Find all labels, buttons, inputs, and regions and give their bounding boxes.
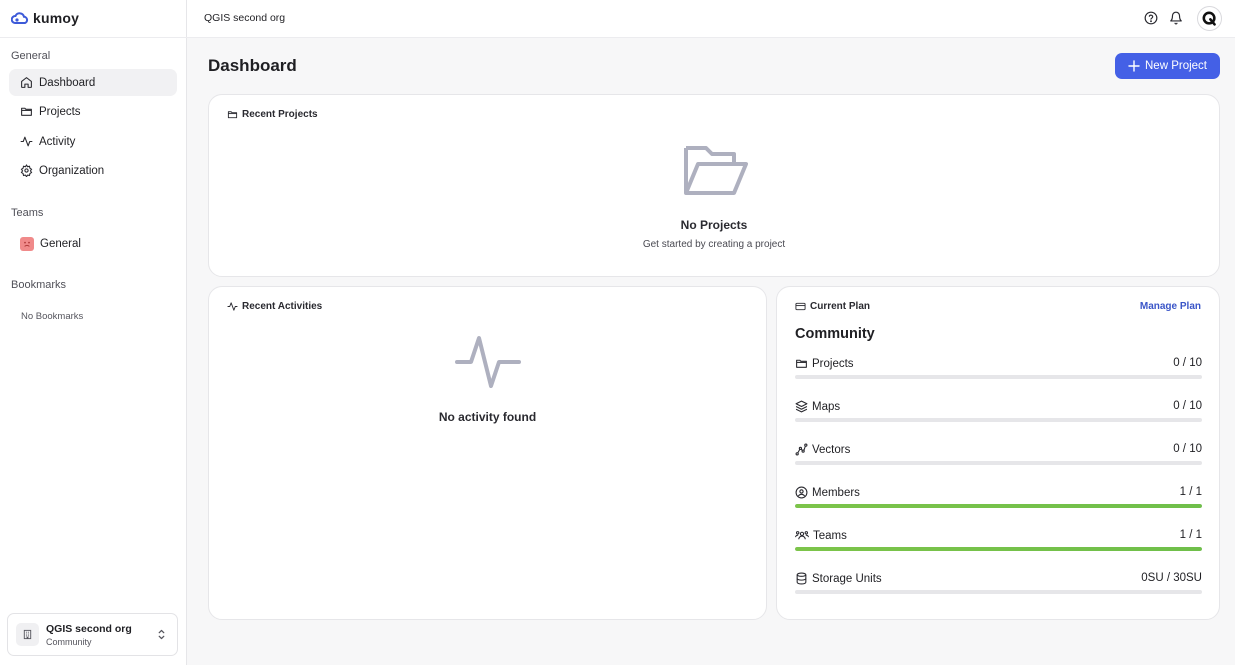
home-icon — [20, 76, 33, 89]
activity-icon — [227, 301, 238, 312]
card-title: Current Plan — [810, 301, 871, 312]
section-label-general: General — [11, 50, 51, 62]
plan-name: Community — [795, 326, 875, 342]
plus-icon — [1128, 60, 1140, 72]
usage-label: Maps — [812, 400, 841, 413]
usage-value: 0SU / 30SU — [1141, 572, 1202, 584]
usage-value: 1 / 1 — [1179, 486, 1202, 498]
sidebar-item-label: Projects — [39, 105, 81, 118]
usage-value: 0 / 10 — [1173, 400, 1202, 412]
activity-icon — [20, 135, 33, 148]
empty-subtitle: Get started by creating a project — [642, 239, 786, 250]
usage-teams: Teams 1 / 1 — [795, 529, 1202, 551]
database-icon — [795, 572, 808, 585]
sidebar-item-organization[interactable]: Organization — [9, 157, 177, 184]
top-bar: QGIS second org — [187, 0, 1235, 38]
credit-card-icon — [795, 301, 806, 312]
org-plan: Community — [46, 636, 92, 647]
sidebar: kumoy General Dashboard Projects Activit… — [0, 0, 187, 665]
bell-icon[interactable] — [1169, 11, 1183, 25]
sidebar-item-dashboard[interactable]: Dashboard — [9, 69, 177, 96]
gear-icon — [20, 164, 33, 177]
layers-icon — [795, 400, 808, 413]
team-face-icon — [20, 236, 34, 251]
sidebar-item-label: Dashboard — [39, 76, 96, 89]
usage-bar-fill — [795, 547, 1202, 551]
new-project-label: New Project — [1145, 60, 1207, 72]
empty-title: No Projects — [680, 218, 748, 232]
usage-bar — [795, 418, 1202, 422]
empty-activity-icon — [455, 335, 521, 389]
recent-activities-card: Recent Activities No activity found — [208, 286, 767, 620]
recent-projects-card: Recent Projects No Projects Get started … — [208, 94, 1220, 277]
empty-title: No activity found — [438, 410, 537, 424]
usage-maps: Maps 0 / 10 — [795, 400, 1202, 422]
logo-text: kumoy — [33, 10, 80, 26]
usage-label: Members — [812, 486, 860, 499]
usage-bar — [795, 375, 1202, 379]
usage-label: Projects — [812, 357, 854, 370]
new-project-button[interactable]: New Project — [1115, 53, 1220, 79]
card-title: Recent Activities — [242, 301, 323, 312]
users-icon — [795, 529, 809, 542]
usage-bar-fill — [795, 504, 1202, 508]
section-label-bookmarks: Bookmarks — [11, 279, 67, 291]
cloud-logo-icon — [11, 12, 30, 24]
vector-icon — [795, 443, 808, 456]
org-switcher[interactable]: QGIS second org Community — [7, 613, 178, 656]
org-title: QGIS second org — [204, 12, 286, 24]
sidebar-item-team-general[interactable]: General — [9, 230, 177, 257]
usage-projects: Projects 0 / 10 — [795, 357, 1202, 379]
sidebar-item-activity[interactable]: Activity — [9, 128, 177, 155]
building-icon — [16, 623, 39, 646]
divider — [0, 37, 187, 38]
usage-storage-units: Storage Units 0SU / 30SU — [795, 572, 1202, 594]
page-title: Dashboard — [208, 56, 297, 75]
folder-icon — [227, 109, 238, 120]
folder-icon — [20, 105, 33, 118]
usage-bar — [795, 547, 1202, 551]
manage-plan-link[interactable]: Manage Plan — [1140, 301, 1201, 312]
org-name: QGIS second org — [46, 622, 132, 635]
section-label-teams: Teams — [11, 207, 44, 219]
folder-icon — [795, 357, 808, 370]
usage-value: 0 / 10 — [1173, 443, 1202, 455]
card-title: Recent Projects — [242, 109, 318, 120]
empty-folder-icon — [683, 145, 749, 197]
user-avatar[interactable] — [1197, 6, 1222, 31]
sidebar-item-label: Activity — [39, 135, 76, 148]
usage-bar — [795, 590, 1202, 594]
usage-label: Vectors — [812, 443, 851, 456]
usage-value: 0 / 10 — [1173, 357, 1202, 369]
usage-value: 1 / 1 — [1179, 529, 1202, 541]
user-circle-icon — [795, 486, 808, 499]
sidebar-item-label: Organization — [39, 164, 105, 177]
usage-bar — [795, 461, 1202, 465]
help-icon[interactable] — [1144, 11, 1158, 25]
sidebar-item-projects[interactable]: Projects — [9, 98, 177, 125]
usage-bar — [795, 504, 1202, 508]
chevrons-up-down-icon — [157, 628, 166, 641]
usage-vectors: Vectors 0 / 10 — [795, 443, 1202, 465]
sidebar-item-label: General — [40, 237, 81, 250]
no-bookmarks-text: No Bookmarks — [21, 311, 84, 322]
kumoy-logo[interactable]: kumoy — [11, 10, 79, 26]
usage-label: Storage Units — [812, 572, 882, 585]
usage-label: Teams — [813, 529, 847, 542]
current-plan-card: Current Plan Manage Plan Community Proje… — [776, 286, 1220, 620]
usage-members: Members 1 / 1 — [795, 486, 1202, 508]
